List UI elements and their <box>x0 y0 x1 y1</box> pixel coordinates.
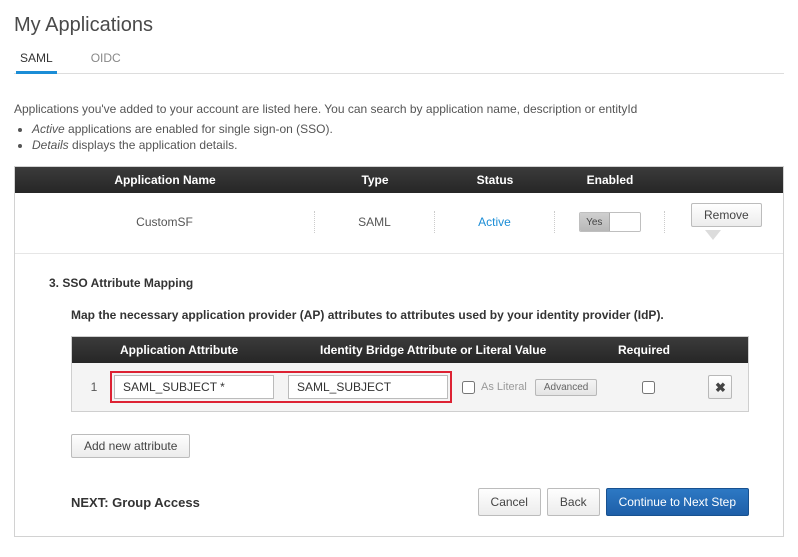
remove-button[interactable]: Remove <box>691 203 762 227</box>
intro-line: Applications you've added to your accoun… <box>14 102 784 116</box>
cell-application-name: CustomSF <box>15 211 315 233</box>
add-new-attribute-button[interactable]: Add new attribute <box>71 434 190 458</box>
applications-panel: Application Name Type Status Enabled Cus… <box>14 166 784 537</box>
th-required: Required <box>590 343 698 357</box>
application-attribute-input[interactable] <box>114 375 274 399</box>
intro-bullet-active: Active applications are enabled for sing… <box>32 122 784 136</box>
th-status: Status <box>435 173 555 187</box>
th-bridge-attribute: Identity Bridge Attribute or Literal Val… <box>310 343 590 357</box>
tab-saml[interactable]: SAML <box>16 45 57 73</box>
back-button[interactable]: Back <box>547 488 600 516</box>
attribute-table-header: Application Attribute Identity Bridge At… <box>72 337 748 363</box>
continue-button[interactable]: Continue to Next Step <box>606 488 749 516</box>
th-type: Type <box>315 173 435 187</box>
enabled-toggle-off <box>610 213 640 231</box>
intro-bullet-details: Details displays the application details… <box>32 138 784 152</box>
cancel-button[interactable]: Cancel <box>478 488 541 516</box>
attribute-row-index: 1 <box>78 380 110 394</box>
intro-bullet-details-em: Details <box>32 138 69 152</box>
bridge-attribute-input[interactable] <box>288 375 448 399</box>
enabled-toggle-on: Yes <box>580 213 611 231</box>
page-title: My Applications <box>14 14 784 37</box>
intro-text: Applications you've added to your accoun… <box>14 102 784 152</box>
as-literal-label: As Literal <box>481 381 527 393</box>
th-application-name: Application Name <box>15 173 315 187</box>
enabled-toggle[interactable]: Yes <box>579 212 641 232</box>
tab-oidc[interactable]: OIDC <box>87 45 125 73</box>
expand-row-icon[interactable] <box>705 230 721 240</box>
th-enabled: Enabled <box>555 173 665 187</box>
attribute-table: Application Attribute Identity Bridge At… <box>71 336 749 412</box>
intro-bullet-active-rest: applications are enabled for single sign… <box>65 122 333 136</box>
attribute-row: 1 As Literal Advanced ✖ <box>72 363 748 411</box>
sso-attribute-mapping-section: 3. SSO Attribute Mapping Map the necessa… <box>15 254 783 536</box>
intro-bullet-active-em: Active <box>32 122 65 136</box>
close-icon: ✖ <box>715 380 726 395</box>
cell-status-link[interactable]: Active <box>478 215 511 229</box>
as-literal-checkbox[interactable] <box>462 381 475 394</box>
attribute-highlight <box>110 371 452 403</box>
cell-type: SAML <box>315 211 435 233</box>
delete-row-button[interactable]: ✖ <box>708 375 732 399</box>
applications-table-header: Application Name Type Status Enabled <box>15 167 783 193</box>
required-checkbox[interactable] <box>642 381 655 394</box>
next-step-label: NEXT: Group Access <box>71 495 200 510</box>
intro-bullet-details-rest: displays the application details. <box>69 138 238 152</box>
step-title: 3. SSO Attribute Mapping <box>49 276 749 290</box>
step-description: Map the necessary application provider (… <box>71 308 749 322</box>
advanced-button[interactable]: Advanced <box>535 379 597 396</box>
application-row[interactable]: CustomSF SAML Active Yes Remove <box>15 193 783 254</box>
tabs: SAML OIDC <box>14 45 784 74</box>
th-application-attribute: Application Attribute <box>110 343 310 357</box>
